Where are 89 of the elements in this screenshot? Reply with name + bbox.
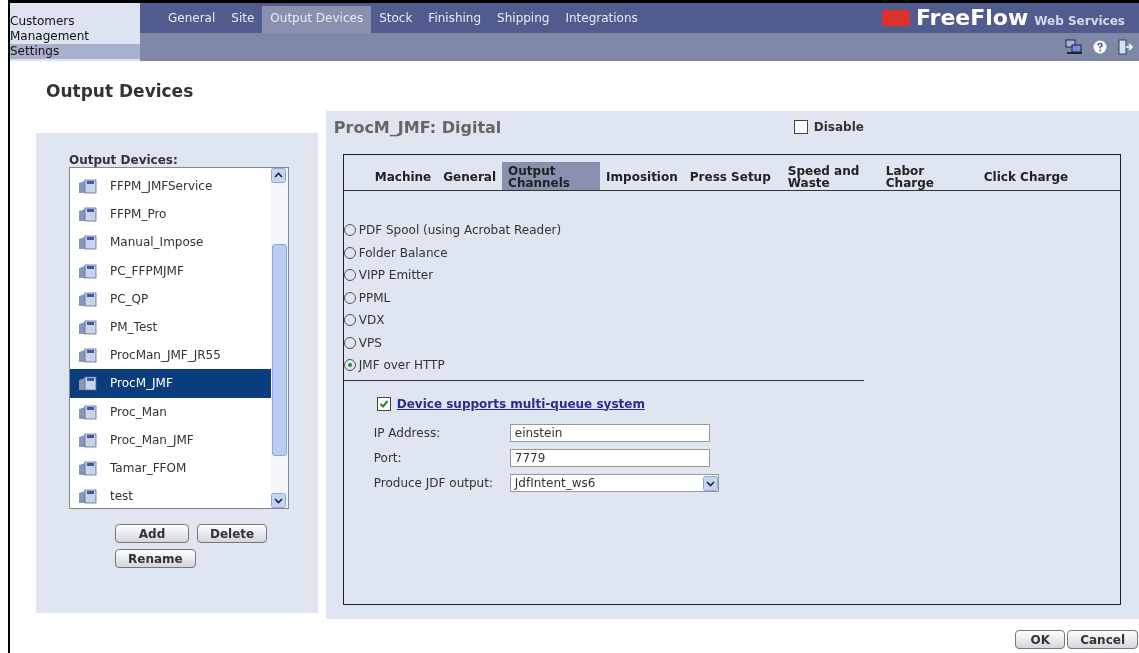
nav-tab[interactable]: Stock bbox=[371, 6, 421, 33]
device-icon bbox=[78, 403, 98, 420]
scroll-up-icon[interactable] bbox=[271, 168, 286, 183]
list-label: Output Devices: bbox=[69, 153, 179, 167]
nav-item[interactable]: Management bbox=[10, 29, 140, 44]
device-name: Proc_Man bbox=[110, 404, 167, 419]
radio-label: PDF Spool (using Acrobat Reader) bbox=[358, 223, 562, 238]
nav-tab[interactable]: General bbox=[160, 6, 224, 33]
device-name: PC_FFPMJMF bbox=[110, 263, 184, 278]
device-name: PM_Test bbox=[110, 320, 158, 335]
text-field[interactable]: einstein bbox=[509, 424, 710, 442]
help-icon[interactable] bbox=[1093, 40, 1107, 54]
device-icon bbox=[78, 319, 98, 336]
device-list-item[interactable]: FFPM_Pro bbox=[70, 200, 271, 229]
device-list-item[interactable]: PM_Test bbox=[70, 312, 271, 342]
device-name: Proc_Man_JMF bbox=[110, 432, 194, 447]
dropdown-caret-icon[interactable] bbox=[702, 475, 718, 491]
settings-tab[interactable]: Press Setup bbox=[683, 162, 782, 190]
radio-label: VIPP Emitter bbox=[358, 268, 434, 283]
list-action-button[interactable]: Add bbox=[115, 524, 189, 543]
device-list-item[interactable]: Proc_Man bbox=[70, 397, 271, 426]
field-label: IP Address: bbox=[373, 426, 442, 440]
logo-name: FreeFlow bbox=[915, 8, 1029, 28]
device-name: ProcM_JMF bbox=[110, 376, 173, 391]
device-icon bbox=[78, 178, 98, 195]
device-name: FFPM_Pro bbox=[110, 207, 167, 222]
page-title: Output Devices bbox=[46, 81, 195, 103]
settings-tab[interactable]: Speed and Waste bbox=[781, 162, 880, 190]
device-icon bbox=[78, 431, 98, 448]
device-icon bbox=[78, 488, 98, 505]
radio-label: VDX bbox=[358, 313, 385, 328]
device-name: Manual_Impose bbox=[110, 235, 204, 250]
exit-door-icon[interactable] bbox=[1117, 39, 1133, 55]
device-name: Tamar_FFOM bbox=[110, 460, 187, 475]
network-computers-icon[interactable] bbox=[1065, 39, 1083, 55]
field-label: Port: bbox=[373, 451, 403, 465]
jdf-output-dropdown[interactable]: JdfIntent_ws6 bbox=[509, 474, 719, 492]
device-name: PC_QP bbox=[110, 291, 149, 306]
nav-item[interactable]: Customers bbox=[10, 14, 140, 29]
list-action-button[interactable]: Rename bbox=[115, 549, 196, 568]
device-list-item[interactable]: PC_QP bbox=[70, 284, 271, 313]
device-list-item[interactable]: test bbox=[70, 482, 271, 511]
list-action-button[interactable]: Delete bbox=[197, 524, 268, 543]
device-list-item[interactable]: FFPM_JMFService bbox=[70, 172, 271, 201]
device-name: FFPM_JMFService bbox=[110, 179, 213, 194]
settings-tab[interactable]: Click Charge bbox=[977, 162, 1076, 190]
nav-tab[interactable]: Site bbox=[223, 6, 263, 33]
device-list-item[interactable]: Tamar_FFOM bbox=[70, 453, 271, 483]
device-icon bbox=[78, 347, 98, 364]
device-name: test bbox=[110, 489, 134, 504]
device-icon bbox=[78, 206, 98, 223]
nav-item[interactable]: Settings bbox=[10, 44, 140, 59]
disable-label: Disable bbox=[813, 120, 864, 134]
multi-queue-checkbox[interactable] bbox=[376, 396, 391, 411]
radio-label: PPML bbox=[358, 290, 391, 305]
radio-label: JMF over HTTP bbox=[358, 358, 445, 373]
device-list-item[interactable]: PC_FFPMJMF bbox=[70, 256, 271, 285]
settings-tab[interactable]: Output Channels bbox=[502, 162, 601, 190]
multi-queue-link[interactable]: Device supports multi-queue system bbox=[396, 396, 645, 411]
logo-mark-icon bbox=[881, 10, 910, 26]
device-icon bbox=[78, 290, 98, 307]
settings-tab[interactable]: Machine bbox=[368, 162, 438, 190]
dialog-button[interactable]: Cancel bbox=[1067, 630, 1138, 649]
logo-subtitle: Web Services bbox=[1034, 14, 1125, 28]
device-list-item[interactable]: Proc_Man_JMF bbox=[70, 425, 271, 454]
settings-tab[interactable]: Labor Charge bbox=[879, 162, 978, 190]
disable-checkbox[interactable] bbox=[793, 120, 808, 134]
settings-tab[interactable]: Imposition bbox=[600, 162, 684, 190]
radio-label: VPS bbox=[358, 335, 382, 350]
device-icon bbox=[78, 375, 98, 392]
device-icon bbox=[78, 459, 98, 476]
dialog-button[interactable]: OK bbox=[1015, 630, 1066, 649]
device-name: ProcMan_JMF_JR55 bbox=[110, 348, 221, 363]
settings-tab[interactable]: General bbox=[437, 162, 503, 190]
nav-tab[interactable]: Integrations bbox=[557, 6, 646, 33]
text-field[interactable]: 7779 bbox=[509, 449, 710, 467]
device-icon bbox=[78, 262, 98, 279]
device-icon bbox=[78, 234, 98, 251]
device-list-item[interactable]: Manual_Impose bbox=[70, 228, 271, 257]
nav-tab[interactable]: Finishing bbox=[420, 6, 490, 33]
scrollbar[interactable] bbox=[271, 168, 288, 508]
nav-tab[interactable]: Shipping bbox=[489, 6, 558, 33]
scroll-down-icon[interactable] bbox=[271, 493, 286, 508]
field-label: Produce JDF output: bbox=[373, 476, 494, 490]
device-list-item[interactable]: ProcM_JMF bbox=[70, 369, 271, 398]
radio-label: Folder Balance bbox=[358, 245, 448, 260]
device-list-item[interactable]: ProcMan_JMF_JR55 bbox=[70, 341, 271, 370]
device-title: ProcM_JMF: Digital bbox=[333, 117, 503, 137]
scroll-thumb[interactable] bbox=[272, 244, 287, 456]
